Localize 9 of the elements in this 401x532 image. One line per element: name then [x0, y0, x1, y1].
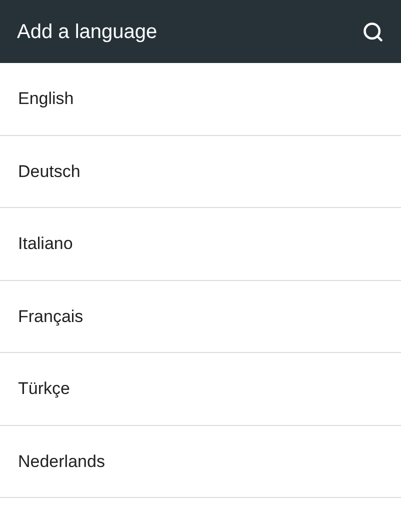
- search-button[interactable]: [361, 20, 385, 44]
- language-item[interactable]: Français: [0, 280, 401, 353]
- app-bar-title: Add a language: [17, 20, 158, 44]
- search-icon: [362, 20, 384, 42]
- language-item[interactable]: Deutsch: [0, 136, 401, 208]
- language-item[interactable]: Türkçe: [0, 353, 401, 426]
- language-item[interactable]: English: [0, 63, 401, 136]
- language-item[interactable]: Italiano: [0, 208, 401, 280]
- language-item[interactable]: Nederlands: [0, 426, 401, 498]
